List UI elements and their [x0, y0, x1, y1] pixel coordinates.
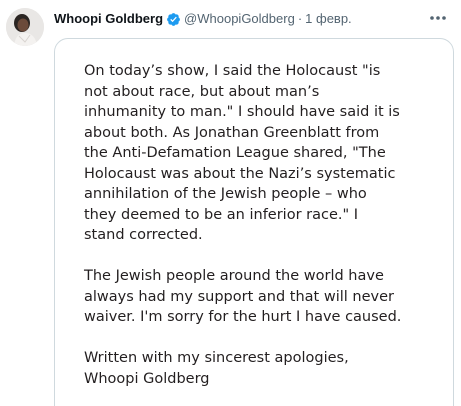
avatar-image: [6, 8, 44, 46]
tweet-date[interactable]: 1 февр.: [305, 10, 352, 28]
statement-paragraph: On today’s show, I said the Holocaust "i…: [84, 63, 400, 243]
statement-text: On today’s show, I said the Holocaust "i…: [84, 61, 434, 389]
tweet[interactable]: Whoopi Goldberg @WhoopiGoldberg · 1 февр…: [0, 0, 461, 406]
display-name[interactable]: Whoopi Goldberg: [54, 10, 163, 28]
verified-badge-icon: [166, 12, 181, 27]
statement-paragraph: The Jewish people around the world have …: [84, 268, 402, 325]
separator-dot: ·: [297, 11, 303, 26]
tweet-header: Whoopi Goldberg @WhoopiGoldberg · 1 февр…: [54, 10, 352, 28]
statement-image[interactable]: On today’s show, I said the Holocaust "i…: [54, 38, 454, 406]
handle[interactable]: @WhoopiGoldberg: [184, 10, 295, 28]
more-options-icon[interactable]: [428, 10, 448, 26]
statement-paragraph: Written with my sincerest apologies, Who…: [84, 350, 349, 387]
avatar[interactable]: [6, 8, 44, 46]
